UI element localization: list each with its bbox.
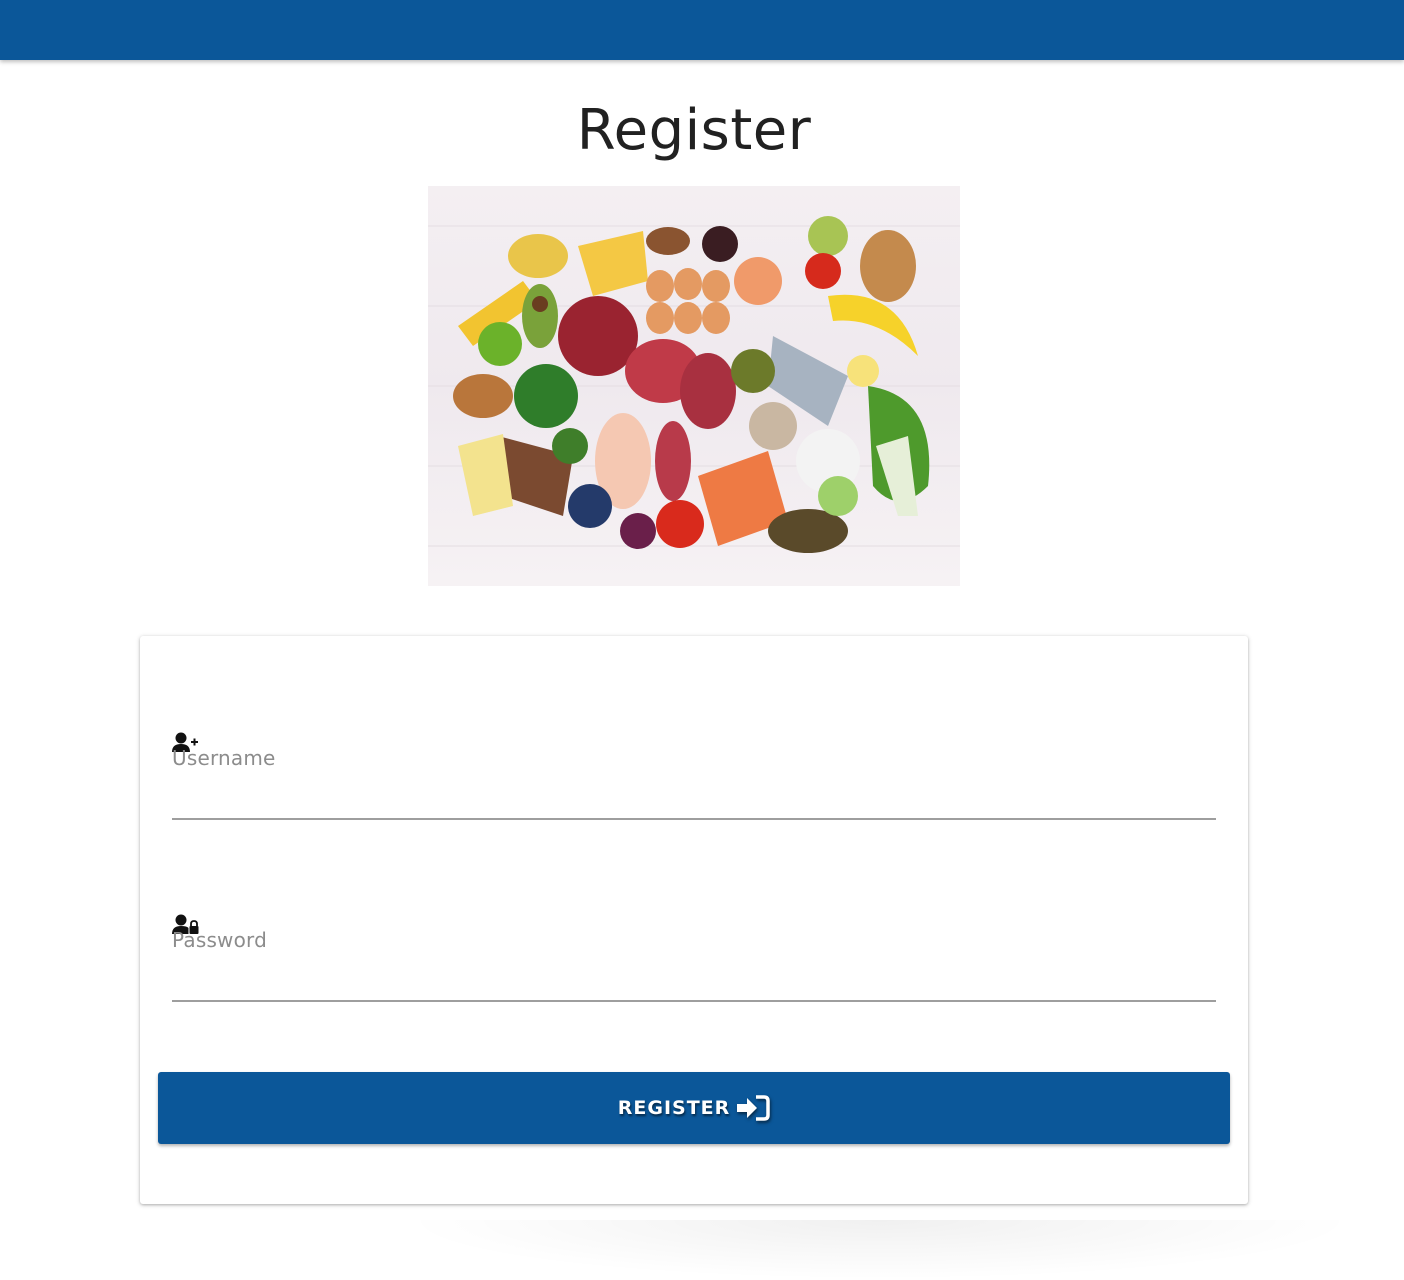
username-underline bbox=[172, 818, 1216, 820]
register-button[interactable]: REGISTER bbox=[158, 1072, 1230, 1144]
page-title: Register bbox=[576, 98, 812, 163]
sign-in-icon bbox=[736, 1094, 771, 1122]
hero-food-image bbox=[428, 186, 960, 586]
username-input[interactable] bbox=[172, 772, 1216, 818]
register-card: Username Password REGISTER bbox=[140, 636, 1248, 1204]
password-input[interactable] bbox=[172, 954, 1216, 1000]
top-app-bar bbox=[0, 0, 1404, 60]
page-bottom-shadow bbox=[400, 1220, 1360, 1280]
password-field[interactable]: Password bbox=[172, 914, 1216, 1004]
password-label: Password bbox=[172, 928, 268, 952]
register-button-label: REGISTER bbox=[617, 1097, 731, 1119]
username-field[interactable]: Username bbox=[172, 732, 1216, 822]
username-label: Username bbox=[172, 746, 276, 770]
password-underline bbox=[172, 1000, 1216, 1002]
food-illustration bbox=[428, 216, 960, 553]
